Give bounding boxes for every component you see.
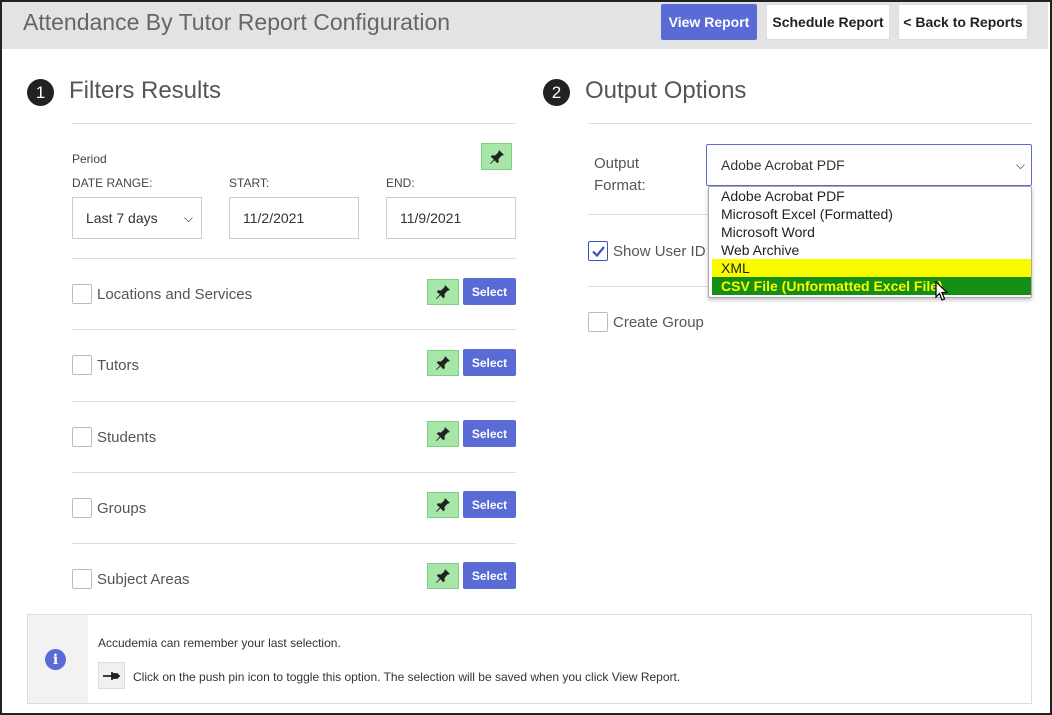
divider [72,472,516,473]
create-group-checkbox[interactable] [588,312,608,332]
start-date-input[interactable]: 11/2/2021 [229,197,359,239]
students-checkbox[interactable] [72,427,92,447]
divider [72,543,516,544]
subject-areas-label: Subject Areas [97,571,190,588]
view-report-button[interactable]: View Report [661,4,757,40]
tutors-checkbox[interactable] [72,355,92,375]
tutors-select-button[interactable]: Select [463,349,516,376]
page-title: Attendance By Tutor Report Configuration [23,9,451,35]
mouse-cursor-icon [935,281,949,301]
push-pin-icon [436,356,450,370]
schedule-report-button[interactable]: Schedule Report [766,4,890,40]
output-format-label-line2: Format: [594,177,646,194]
page-header: Attendance By Tutor Report Configuration [2,2,1048,49]
output-section-title: Output Options [585,77,747,104]
window-frame [0,0,1052,715]
dropdown-option[interactable]: Microsoft Excel (Formatted) [712,205,1031,223]
output-format-label: Output Format: [594,153,646,197]
start-date-value: 11/2/2021 [243,210,305,226]
end-label: END: [386,176,415,190]
output-format-select[interactable]: Adobe Acrobat PDF ⌵ [706,144,1032,186]
dropdown-option[interactable]: XML [712,259,1031,277]
subject-areas-select-button[interactable]: Select [463,562,516,589]
dropdown-option[interactable]: Web Archive [712,241,1031,259]
groups-select-button[interactable]: Select [463,491,516,518]
divider [72,401,516,402]
back-to-reports-button[interactable]: < Back to Reports [898,4,1028,40]
students-select-button[interactable]: Select [463,420,516,447]
locations-select-button[interactable]: Select [463,278,516,305]
start-label: START: [229,176,270,190]
groups-label: Groups [97,500,147,517]
dropdown-option[interactable]: Adobe Acrobat PDF [712,187,1031,205]
chevron-down-icon: ⌵ [1015,158,1025,172]
checkmark-icon [592,246,605,258]
push-pin-icon [436,498,450,512]
period-label: Period [72,152,107,166]
divider [588,286,708,287]
groups-pin-button[interactable] [427,492,459,518]
divider [72,123,516,124]
date-range-value: Last 7 days [86,210,158,226]
groups-checkbox[interactable] [72,498,92,518]
tutors-pin-button[interactable] [427,350,459,376]
divider [72,329,516,330]
date-range-label: DATE RANGE: [72,176,153,190]
tutors-label: Tutors [97,357,139,374]
create-group-label: Create Group [613,314,704,331]
divider [72,258,516,259]
push-pin-icon [436,427,450,441]
end-date-input[interactable]: 11/9/2021 [386,197,516,239]
push-pin-icon [489,149,504,164]
push-pin-icon [436,285,450,299]
info-line-1: Accudemia can remember your last selecti… [98,636,341,650]
push-pin-icon [436,569,450,583]
period-pin-button[interactable] [481,143,512,170]
output-format-label-line1: Output [594,155,640,172]
step-1-badge: 1 [27,79,54,106]
end-date-value: 11/9/2021 [400,210,462,226]
show-user-id-checkbox[interactable] [588,241,608,261]
filters-section-title: Filters Results [69,77,222,104]
subject-areas-pin-button[interactable] [427,563,459,589]
dropdown-option[interactable]: Microsoft Word [712,223,1031,241]
students-pin-button[interactable] [427,421,459,447]
show-user-id-label: Show User ID [613,243,706,260]
locations-pin-button[interactable] [427,279,459,305]
divider [588,214,708,215]
output-format-value: Adobe Acrobat PDF [721,157,845,173]
info-panel: i Accudemia can remember your last selec… [27,614,1032,704]
push-pin-icon [98,662,125,689]
info-icon: i [45,649,66,670]
students-label: Students [97,429,157,446]
step-2-badge: 2 [543,79,570,106]
info-line-2: Click on the push pin icon to toggle thi… [133,670,681,684]
dropdown-option-hovered[interactable]: CSV File (Unformatted Excel File) [712,277,1031,295]
locations-label: Locations and Services [97,286,253,303]
chevron-down-icon: ⌵ [183,211,193,225]
locations-checkbox[interactable] [72,284,92,304]
subject-areas-checkbox[interactable] [72,569,92,589]
date-range-select[interactable]: Last 7 days ⌵ [72,197,202,239]
divider [588,123,1032,124]
output-format-dropdown: Adobe Acrobat PDF Microsoft Excel (Forma… [708,186,1032,298]
